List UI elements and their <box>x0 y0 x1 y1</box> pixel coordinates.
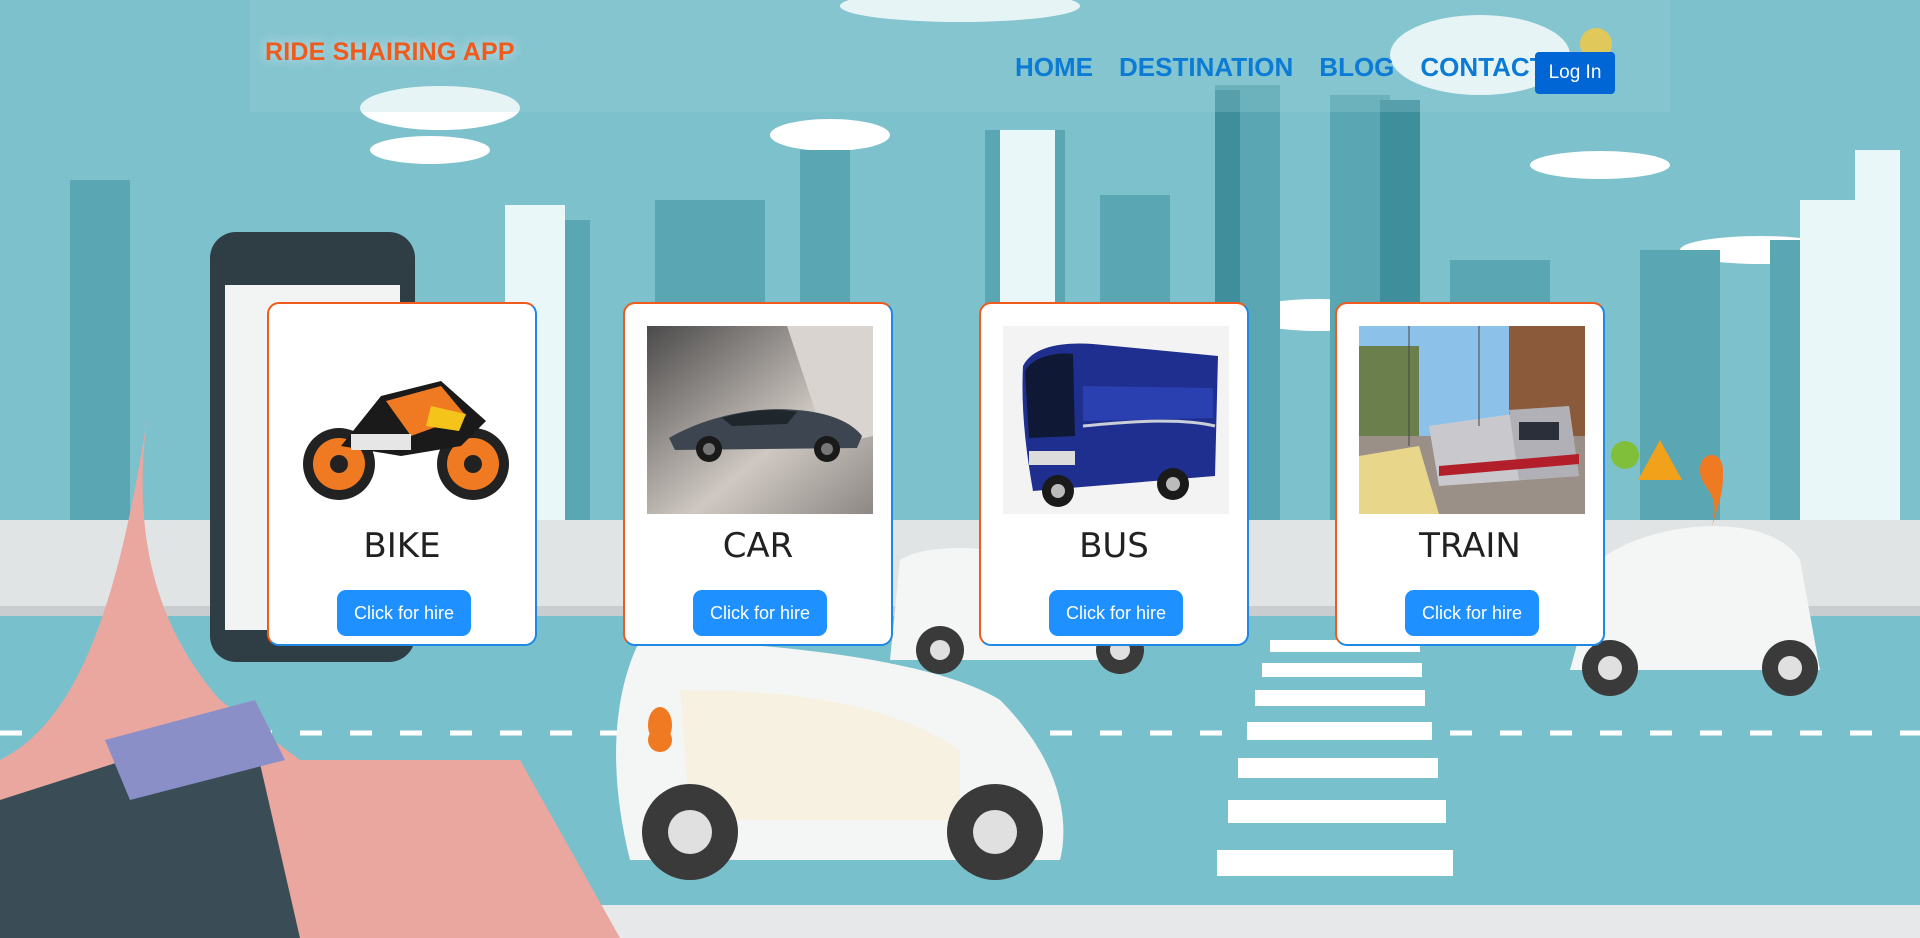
login-button[interactable]: Log In <box>1535 52 1615 94</box>
vehicle-title: CAR <box>722 526 794 566</box>
nav-home[interactable]: HOME <box>1015 52 1093 83</box>
brand-logo-text[interactable]: RIDE SHAIRING APP <box>265 38 515 67</box>
hire-button-bike[interactable]: Click for hire <box>337 590 471 636</box>
bus-photo <box>1003 326 1229 514</box>
hire-button-bus[interactable]: Click for hire <box>1049 590 1183 636</box>
vehicle-title: BIKE <box>363 526 441 566</box>
train-photo <box>1359 326 1585 514</box>
vehicle-title: TRAIN <box>1419 526 1521 566</box>
vehicle-card-bus: BUS Click for hire <box>979 302 1249 646</box>
nav-blog[interactable]: BLOG <box>1319 52 1394 83</box>
vehicle-card-train: TRAIN Click for hire <box>1335 302 1605 646</box>
hire-button-car[interactable]: Click for hire <box>693 590 827 636</box>
vehicle-card-bike: BIKE Click for hire <box>267 302 537 646</box>
hire-button-train[interactable]: Click for hire <box>1405 590 1539 636</box>
motorbike-photo <box>291 326 517 514</box>
nav-destination[interactable]: DESTINATION <box>1119 52 1293 83</box>
nav-contact[interactable]: CONTACT <box>1420 52 1545 83</box>
vehicle-title: BUS <box>1079 526 1149 566</box>
main-nav: HOME DESTINATION BLOG CONTACT <box>1015 52 1572 83</box>
car-photo <box>647 326 873 514</box>
vehicle-card-car: CAR Click for hire <box>623 302 893 646</box>
